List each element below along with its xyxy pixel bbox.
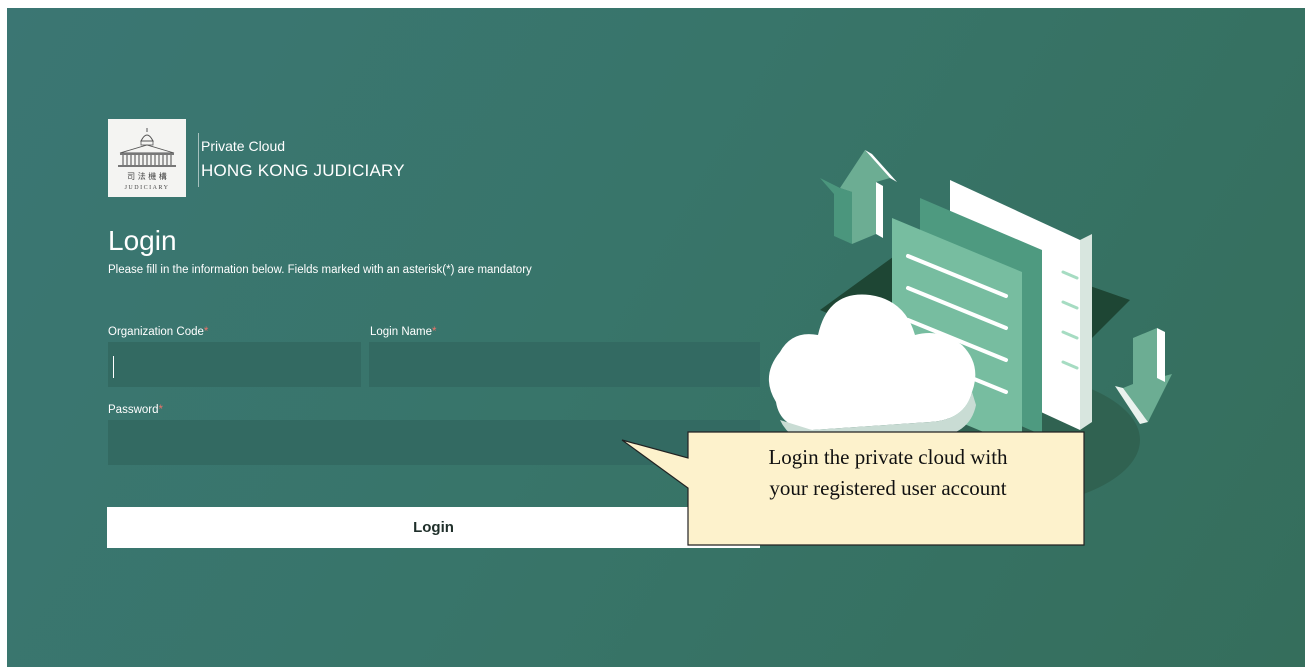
logo-chinese-text: 司 法 機 構	[127, 171, 167, 181]
login-name-label: Login Name*	[370, 326, 437, 338]
text-cursor	[113, 356, 114, 378]
required-marker: *	[203, 326, 209, 338]
required-marker: *	[158, 404, 163, 416]
logo-english-text: JUDICIARY	[125, 185, 170, 191]
brand-title: HONG KONG JUDICIARY	[201, 161, 405, 180]
password-label: Password*	[108, 404, 163, 416]
password-input[interactable]	[108, 420, 760, 465]
brand-divider	[198, 133, 199, 187]
login-name-input[interactable]	[369, 342, 760, 387]
org-code-label-text: Organization Code	[108, 326, 204, 338]
judiciary-logo: 司 法 機 構 JUDICIARY	[108, 119, 186, 197]
org-code-label: Organization Code*	[108, 326, 208, 338]
cloud-documents-illustration	[768, 150, 1172, 510]
court-building-icon: 司 法 機 構 JUDICIARY	[108, 119, 186, 197]
page-title: Login	[108, 225, 177, 256]
form-instructions: Please fill in the information below. Fi…	[108, 264, 532, 276]
password-label-text: Password	[108, 404, 159, 416]
brand-subtitle: Private Cloud	[201, 138, 286, 154]
login-name-label-text: Login Name	[370, 326, 433, 338]
required-marker: *	[432, 326, 437, 338]
org-code-input[interactable]	[108, 342, 361, 387]
login-button[interactable]: Login	[107, 507, 760, 548]
arrow-up-icon	[820, 150, 897, 244]
